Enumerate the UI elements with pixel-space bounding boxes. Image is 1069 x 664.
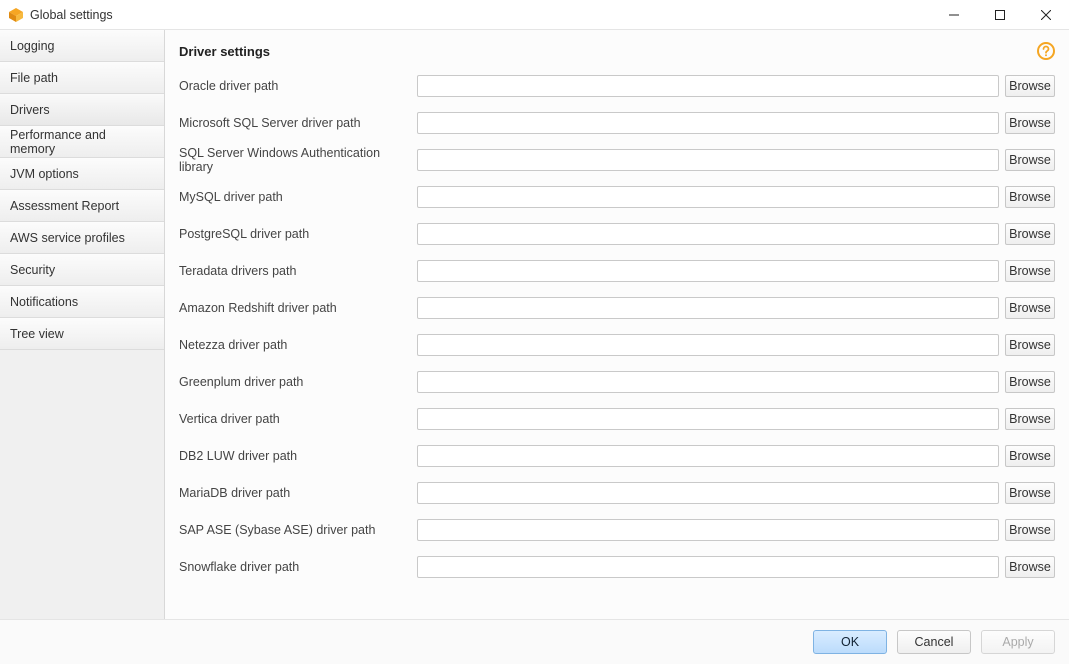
field-input-netezza[interactable] — [417, 334, 999, 356]
browse-button-netezza[interactable]: Browse — [1005, 334, 1055, 356]
field-row: Oracle driver path Browse — [179, 74, 1055, 98]
field-input-teradata[interactable] — [417, 260, 999, 282]
field-label-netezza: Netezza driver path — [179, 338, 417, 352]
app-icon — [8, 7, 24, 23]
field-row: Snowflake driver path Browse — [179, 555, 1055, 579]
sidebar-item-assessment-report[interactable]: Assessment Report — [0, 190, 164, 222]
maximize-button[interactable] — [977, 0, 1023, 30]
help-icon[interactable] — [1037, 42, 1055, 60]
sidebar-item-performance[interactable]: Performance and memory — [0, 126, 164, 158]
browse-button-snowflake[interactable]: Browse — [1005, 556, 1055, 578]
browse-button-sapase[interactable]: Browse — [1005, 519, 1055, 541]
sidebar-item-label: File path — [10, 71, 58, 85]
field-input-redshift[interactable] — [417, 297, 999, 319]
sidebar-item-label: Logging — [10, 39, 55, 53]
field-label-db2luw: DB2 LUW driver path — [179, 449, 417, 463]
sidebar-item-drivers[interactable]: Drivers — [0, 94, 164, 126]
sidebar-item-label: Tree view — [10, 327, 64, 341]
field-label-greenplum: Greenplum driver path — [179, 375, 417, 389]
field-label-teradata: Teradata drivers path — [179, 264, 417, 278]
field-input-mariadb[interactable] — [417, 482, 999, 504]
field-row: Teradata drivers path Browse — [179, 259, 1055, 283]
close-button[interactable] — [1023, 0, 1069, 30]
titlebar-left: Global settings — [0, 7, 113, 23]
apply-button[interactable]: Apply — [981, 630, 1055, 654]
browse-button-sqlserver-auth[interactable]: Browse — [1005, 149, 1055, 171]
field-input-greenplum[interactable] — [417, 371, 999, 393]
field-label-sapase: SAP ASE (Sybase ASE) driver path — [179, 523, 417, 537]
sidebar-item-label: Notifications — [10, 295, 78, 309]
cancel-button[interactable]: Cancel — [897, 630, 971, 654]
field-row: SAP ASE (Sybase ASE) driver path Browse — [179, 518, 1055, 542]
field-row: PostgreSQL driver path Browse — [179, 222, 1055, 246]
browse-button-mariadb[interactable]: Browse — [1005, 482, 1055, 504]
field-label-oracle: Oracle driver path — [179, 79, 417, 93]
field-label-mssql: Microsoft SQL Server driver path — [179, 116, 417, 130]
browse-button-oracle[interactable]: Browse — [1005, 75, 1055, 97]
minimize-button[interactable] — [931, 0, 977, 30]
driver-fields: Oracle driver path Browse Microsoft SQL … — [179, 74, 1055, 579]
field-label-vertica: Vertica driver path — [179, 412, 417, 426]
field-label-mysql: MySQL driver path — [179, 190, 417, 204]
field-row: Greenplum driver path Browse — [179, 370, 1055, 394]
sidebar-item-aws-service-profiles[interactable]: AWS service profiles — [0, 222, 164, 254]
field-label-sqlserver-auth: SQL Server Windows Authentication librar… — [179, 146, 417, 174]
field-input-oracle[interactable] — [417, 75, 999, 97]
browse-button-postgresql[interactable]: Browse — [1005, 223, 1055, 245]
sidebar-item-notifications[interactable]: Notifications — [0, 286, 164, 318]
browse-button-redshift[interactable]: Browse — [1005, 297, 1055, 319]
field-label-snowflake: Snowflake driver path — [179, 560, 417, 574]
sidebar-item-label: Assessment Report — [10, 199, 119, 213]
sidebar-item-security[interactable]: Security — [0, 254, 164, 286]
browse-button-mssql[interactable]: Browse — [1005, 112, 1055, 134]
field-row: Microsoft SQL Server driver path Browse — [179, 111, 1055, 135]
ok-button[interactable]: OK — [813, 630, 887, 654]
sidebar-item-logging[interactable]: Logging — [0, 30, 164, 62]
field-row: MySQL driver path Browse — [179, 185, 1055, 209]
sidebar-item-tree-view[interactable]: Tree view — [0, 318, 164, 350]
titlebar: Global settings — [0, 0, 1069, 30]
browse-button-db2luw[interactable]: Browse — [1005, 445, 1055, 467]
field-input-sapase[interactable] — [417, 519, 999, 541]
browse-button-greenplum[interactable]: Browse — [1005, 371, 1055, 393]
sidebar-item-label: Security — [10, 263, 55, 277]
field-input-db2luw[interactable] — [417, 445, 999, 467]
field-input-postgresql[interactable] — [417, 223, 999, 245]
sidebar-item-file-path[interactable]: File path — [0, 62, 164, 94]
browse-button-teradata[interactable]: Browse — [1005, 260, 1055, 282]
field-label-mariadb: MariaDB driver path — [179, 486, 417, 500]
field-row: Amazon Redshift driver path Browse — [179, 296, 1055, 320]
section-heading: Driver settings — [179, 44, 270, 59]
field-input-mysql[interactable] — [417, 186, 999, 208]
main-panel: Driver settings Oracle driver path Brows… — [165, 30, 1069, 619]
sidebar-item-label: Performance and memory — [10, 128, 154, 156]
field-label-redshift: Amazon Redshift driver path — [179, 301, 417, 315]
dialog-footer: OK Cancel Apply — [0, 620, 1069, 664]
field-input-snowflake[interactable] — [417, 556, 999, 578]
field-row: Netezza driver path Browse — [179, 333, 1055, 357]
main-header: Driver settings — [179, 42, 1055, 60]
field-row: DB2 LUW driver path Browse — [179, 444, 1055, 468]
sidebar: Logging File path Drivers Performance an… — [0, 30, 165, 619]
field-input-vertica[interactable] — [417, 408, 999, 430]
field-row: SQL Server Windows Authentication librar… — [179, 148, 1055, 172]
field-label-postgresql: PostgreSQL driver path — [179, 227, 417, 241]
sidebar-item-label: AWS service profiles — [10, 231, 125, 245]
sidebar-item-label: Drivers — [10, 103, 50, 117]
sidebar-item-label: JVM options — [10, 167, 79, 181]
field-input-sqlserver-auth[interactable] — [417, 149, 999, 171]
field-row: Vertica driver path Browse — [179, 407, 1055, 431]
browse-button-mysql[interactable]: Browse — [1005, 186, 1055, 208]
browse-button-vertica[interactable]: Browse — [1005, 408, 1055, 430]
sidebar-item-jvm-options[interactable]: JVM options — [0, 158, 164, 190]
window-title: Global settings — [30, 8, 113, 22]
content: Logging File path Drivers Performance an… — [0, 30, 1069, 620]
field-input-mssql[interactable] — [417, 112, 999, 134]
window-controls — [931, 0, 1069, 30]
field-row: MariaDB driver path Browse — [179, 481, 1055, 505]
